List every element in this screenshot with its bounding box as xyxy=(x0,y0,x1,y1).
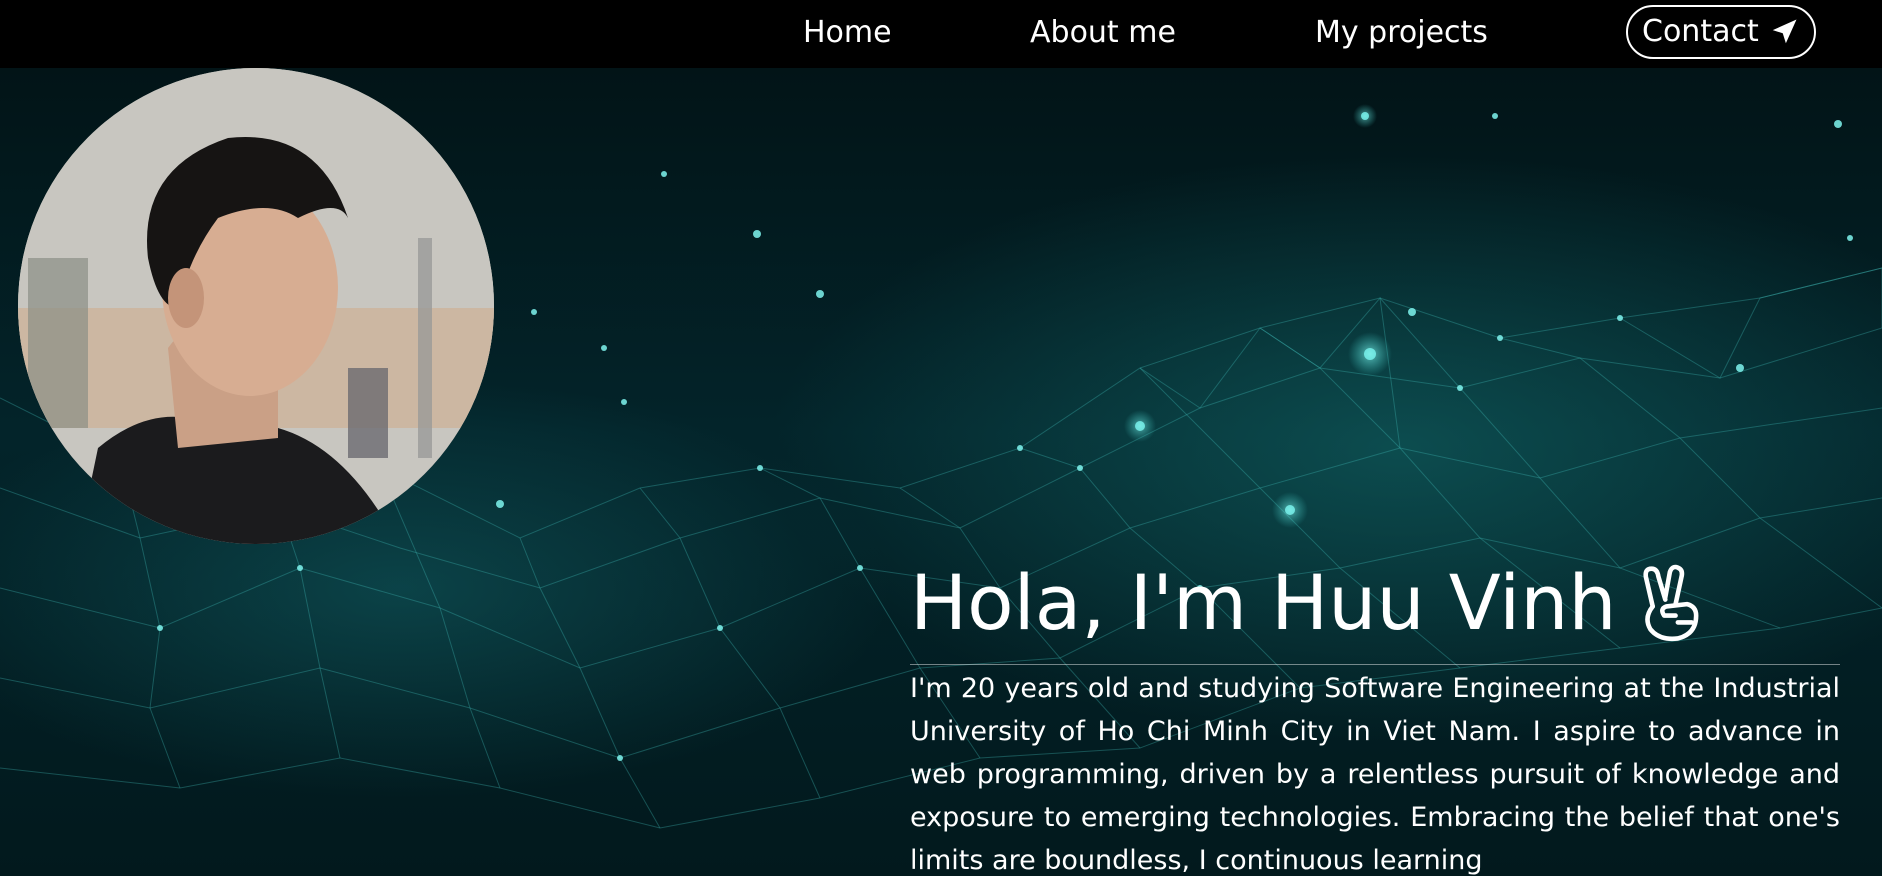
portfolio-page: Home About me My projects Contact Hola, … xyxy=(0,0,1882,876)
nav-home-link[interactable]: Home xyxy=(803,14,892,52)
nav-about-link[interactable]: About me xyxy=(1030,14,1176,52)
profile-photo xyxy=(18,68,494,544)
headline-divider xyxy=(910,664,1840,665)
hero-headline: Hola, I'm Huu Vinh xyxy=(910,555,1707,651)
top-navbar: Home About me My projects Contact xyxy=(0,0,1882,68)
contact-button[interactable]: Contact xyxy=(1626,5,1816,59)
hero-bio: I'm 20 years old and studying Software E… xyxy=(910,673,1840,876)
contact-button-label: Contact xyxy=(1642,14,1759,49)
send-icon xyxy=(1772,19,1797,44)
hero-headline-text: Hola, I'm Huu Vinh xyxy=(910,558,1617,647)
nav-projects-link[interactable]: My projects xyxy=(1315,14,1488,52)
victory-hand-icon xyxy=(1642,564,1698,642)
